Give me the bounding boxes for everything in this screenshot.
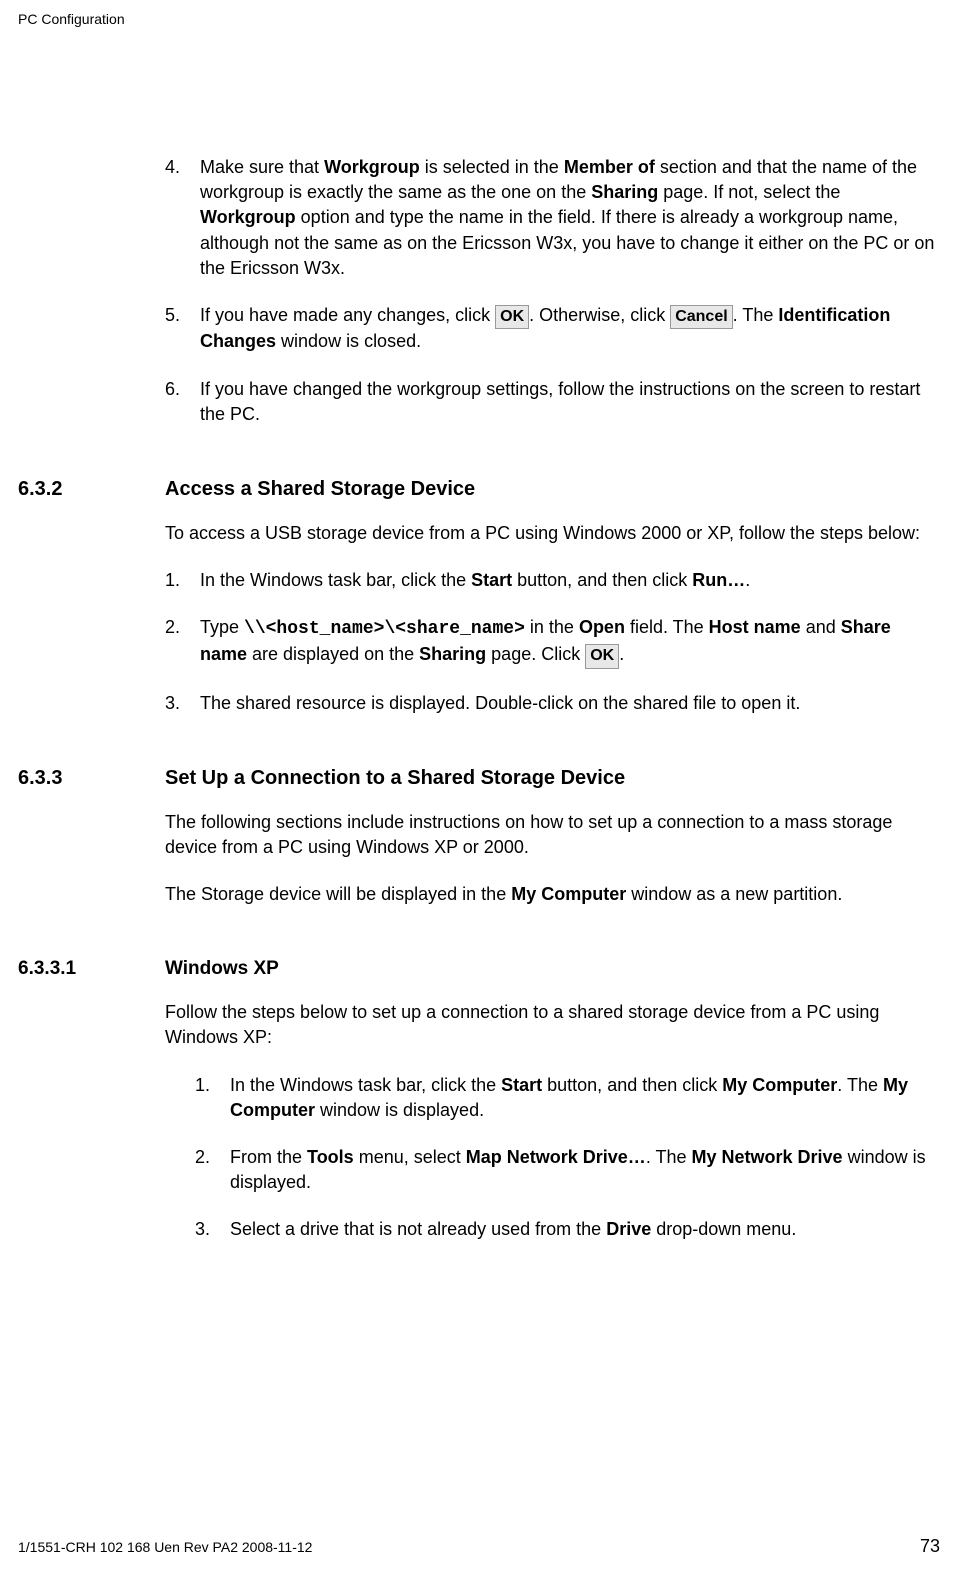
- text: is selected in the: [420, 157, 564, 177]
- item-number: 2.: [195, 1145, 230, 1195]
- section-6-3-2-list: 1. In the Windows task bar, click the St…: [165, 568, 940, 716]
- text: . The: [646, 1147, 692, 1167]
- text: . The: [837, 1075, 883, 1095]
- text: In the Windows task bar, click the: [200, 570, 471, 590]
- item-number: 5.: [165, 303, 200, 355]
- text: drop-down menu.: [651, 1219, 796, 1239]
- item-text: From the Tools menu, select Map Network …: [230, 1145, 940, 1195]
- text: are displayed on the: [247, 644, 419, 664]
- text: Select a drive that is not already used …: [230, 1219, 606, 1239]
- bold: Start: [471, 570, 512, 590]
- bold: Map Network Drive…: [466, 1147, 646, 1167]
- section-title: Access a Shared Storage Device: [165, 475, 475, 503]
- section-6-3-2-heading: 6.3.2 Access a Shared Storage Device: [0, 475, 940, 503]
- item-text: The shared resource is displayed. Double…: [200, 691, 940, 716]
- bold: Open: [579, 617, 625, 637]
- section-title: Set Up a Connection to a Shared Storage …: [165, 764, 625, 792]
- list-item-6: 6. If you have changed the workgroup set…: [165, 377, 940, 427]
- text: button, and then click: [542, 1075, 722, 1095]
- text: window is displayed.: [315, 1100, 484, 1120]
- bold: Sharing: [591, 182, 658, 202]
- page-footer: 1/1551-CRH 102 168 Uen Rev PA2 2008-11-1…: [18, 1534, 940, 1559]
- text: option and type the name in the field. I…: [200, 207, 934, 277]
- list-item-4: 4. Make sure that Workgroup is selected …: [165, 155, 940, 281]
- text: . The: [733, 305, 779, 325]
- section-number: 6.3.3.1: [0, 956, 165, 983]
- text: menu, select: [354, 1147, 466, 1167]
- paragraph: The Storage device will be displayed in …: [165, 882, 940, 907]
- bold: Member of: [564, 157, 655, 177]
- section-intro: Follow the steps below to set up a conne…: [165, 1000, 940, 1050]
- page-content: 4. Make sure that Workgroup is selected …: [0, 155, 978, 1265]
- list-item-2: 2. Type \\<host_name>\<share_name> in th…: [165, 615, 940, 669]
- text: button, and then click: [512, 570, 692, 590]
- ok-button-label: OK: [585, 644, 619, 668]
- text: In the Windows task bar, click the: [230, 1075, 501, 1095]
- bold: Workgroup: [200, 207, 296, 227]
- list-item-3: 3. The shared resource is displayed. Dou…: [165, 691, 940, 716]
- bold: My Computer: [722, 1075, 837, 1095]
- cancel-button-label: Cancel: [670, 305, 732, 329]
- list-item-1: 1. In the Windows task bar, click the St…: [195, 1073, 940, 1123]
- section-number: 6.3.2: [0, 475, 165, 503]
- section-number: 6.3.3: [0, 764, 165, 792]
- text: window as a new partition.: [626, 884, 842, 904]
- text: window is closed.: [276, 331, 421, 351]
- ok-button-label: OK: [495, 305, 529, 329]
- text: in the: [525, 617, 579, 637]
- text: page. If not, select the: [658, 182, 840, 202]
- bold: Drive: [606, 1219, 651, 1239]
- text: If you have made any changes, click: [200, 305, 495, 325]
- text: . Otherwise, click: [529, 305, 670, 325]
- text: Make sure that: [200, 157, 324, 177]
- text: The Storage device will be displayed in …: [165, 884, 511, 904]
- bold: Host name: [709, 617, 801, 637]
- bold: Start: [501, 1075, 542, 1095]
- item-text: Select a drive that is not already used …: [230, 1217, 940, 1242]
- paragraph: The following sections include instructi…: [165, 810, 940, 860]
- text: page. Click: [486, 644, 585, 664]
- item-number: 3.: [195, 1217, 230, 1242]
- bold: Run…: [692, 570, 745, 590]
- list-item-2: 2. From the Tools menu, select Map Netwo…: [195, 1145, 940, 1195]
- document-id: 1/1551-CRH 102 168 Uen Rev PA2 2008-11-1…: [18, 1538, 312, 1558]
- list-item-5: 5. If you have made any changes, click O…: [165, 303, 940, 355]
- item-text: Make sure that Workgroup is selected in …: [200, 155, 940, 281]
- code: \\<host_name>\<share_name>: [244, 619, 525, 639]
- text: and: [801, 617, 841, 637]
- bold: My Network Drive: [692, 1147, 843, 1167]
- item-text: In the Windows task bar, click the Start…: [200, 568, 940, 593]
- text: field. The: [625, 617, 709, 637]
- list-item-3: 3. Select a drive that is not already us…: [195, 1217, 940, 1242]
- item-number: 3.: [165, 691, 200, 716]
- section-intro: To access a USB storage device from a PC…: [165, 521, 940, 546]
- item-number: 1.: [165, 568, 200, 593]
- text: .: [619, 644, 624, 664]
- text: .: [745, 570, 750, 590]
- text: Type: [200, 617, 244, 637]
- bold: Sharing: [419, 644, 486, 664]
- item-number: 4.: [165, 155, 200, 281]
- item-text: Type \\<host_name>\<share_name> in the O…: [200, 615, 940, 669]
- section-6-3-3-1-list: 1. In the Windows task bar, click the St…: [195, 1073, 940, 1243]
- list-item-1: 1. In the Windows task bar, click the St…: [165, 568, 940, 593]
- item-text: If you have made any changes, click OK. …: [200, 303, 940, 355]
- item-number: 1.: [195, 1073, 230, 1123]
- item-number: 2.: [165, 615, 200, 669]
- page-number: 73: [920, 1534, 940, 1559]
- item-text: In the Windows task bar, click the Start…: [230, 1073, 940, 1123]
- item-text: If you have changed the workgroup settin…: [200, 377, 940, 427]
- section-title: Windows XP: [165, 956, 279, 983]
- section-6-3-3-1-heading: 6.3.3.1 Windows XP: [0, 956, 940, 983]
- section-6-3-3-heading: 6.3.3 Set Up a Connection to a Shared St…: [0, 764, 940, 792]
- page-header: PC Configuration: [18, 10, 125, 30]
- bold: My Computer: [511, 884, 626, 904]
- text: From the: [230, 1147, 307, 1167]
- bold: Tools: [307, 1147, 354, 1167]
- item-number: 6.: [165, 377, 200, 427]
- continued-list: 4. Make sure that Workgroup is selected …: [165, 155, 940, 427]
- bold: Workgroup: [324, 157, 420, 177]
